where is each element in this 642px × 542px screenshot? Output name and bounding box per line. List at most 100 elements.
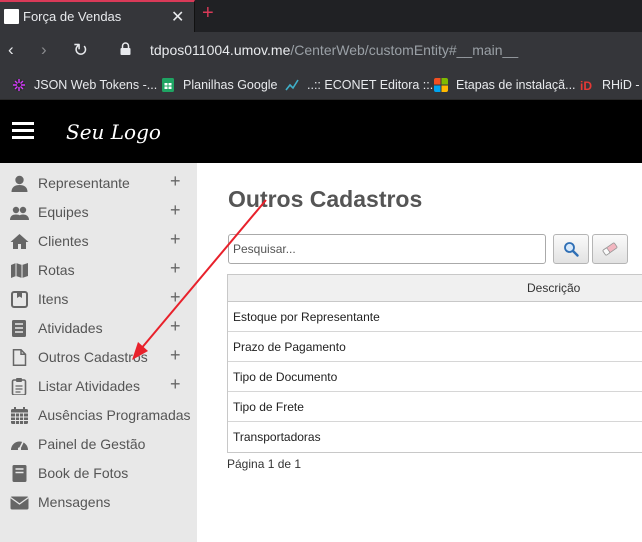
home-icon: [10, 234, 29, 249]
bookmark-label: RHiD -: [602, 78, 640, 92]
table-header[interactable]: Descrição: [228, 275, 642, 302]
bookmark-planilhas[interactable]: Planilhas Google: [161, 76, 278, 94]
table-cell: Tipo de Documento: [233, 370, 338, 384]
column-header-descricao[interactable]: Descrição: [527, 281, 580, 295]
sidebar-item-atividades[interactable]: Atividades +: [0, 314, 197, 343]
expand-plus-icon[interactable]: +: [170, 201, 181, 219]
reload-icon[interactable]: ↻: [73, 40, 88, 60]
sidebar-item-label: Mensagens: [38, 494, 111, 510]
sidebar-item-label: Equipes: [38, 204, 89, 220]
table-cell: Tipo de Frete: [233, 400, 304, 414]
box-icon: [11, 291, 28, 308]
new-tab-button[interactable]: +: [202, 3, 214, 23]
sidebar-item-label: Clientes: [38, 233, 89, 249]
sidebar-item-rotas[interactable]: Rotas +: [0, 256, 197, 285]
magnifier-icon: [564, 242, 579, 257]
url-host: tdpos011004.umov.me: [150, 42, 291, 58]
sidebar-item-label: Atividades: [38, 320, 103, 336]
bookmark-label: Planilhas Google: [183, 78, 278, 92]
expand-plus-icon[interactable]: +: [170, 317, 181, 335]
browser-tab-bar: Força de Vendas ✕ +: [0, 0, 642, 32]
table-row[interactable]: Prazo de Pagamento: [228, 332, 642, 362]
envelope-icon: [10, 496, 29, 510]
sidebar-item-painel-de-gestao[interactable]: Painel de Gestão: [0, 430, 197, 459]
tab-favicon-icon: [4, 9, 19, 24]
bookmark-label: JSON Web Tokens -...: [34, 78, 158, 92]
expand-plus-icon[interactable]: +: [170, 172, 181, 190]
sidebar-item-label: Book de Fotos: [38, 465, 129, 481]
tab-close-icon[interactable]: ✕: [171, 7, 184, 27]
table-row[interactable]: Transportadoras: [228, 422, 642, 452]
address-bar: ‹ › ↻ tdpos011004.umov.me/CenterWeb/cust…: [0, 32, 642, 68]
table-row[interactable]: Estoque por Representante: [228, 302, 642, 332]
table-row[interactable]: Tipo de Documento: [228, 362, 642, 392]
sidebar-item-clientes[interactable]: Clientes +: [0, 227, 197, 256]
bookmark-rhid[interactable]: iD RHiD -: [580, 76, 640, 94]
sidebar-item-ausencias-programadas[interactable]: Ausências Programadas: [0, 401, 197, 430]
bookmark-jwt[interactable]: JSON Web Tokens -...: [12, 76, 157, 94]
bookmark-label: ..:: ECONET Editora ::..: [307, 78, 437, 92]
page-title: Outros Cadastros: [228, 186, 423, 212]
sidebar-item-listar-atividades[interactable]: Listar Atividades +: [0, 372, 197, 401]
forward-arrow-icon[interactable]: ›: [41, 40, 47, 60]
microsoft-icon: [434, 78, 448, 92]
sidebar-item-label: Painel de Gestão: [38, 436, 146, 452]
sidebar-item-book-de-fotos[interactable]: Book de Fotos: [0, 459, 197, 488]
hamburger-menu-icon[interactable]: [12, 122, 34, 140]
econet-icon: [285, 79, 299, 91]
jwt-icon: [13, 79, 25, 91]
app-header: Seu Logo: [0, 100, 642, 163]
calendar-icon: [11, 407, 28, 424]
sidebar-item-label: Outros Cadastros: [38, 349, 148, 365]
sidebar: Representante + Equipes + Clientes + Rot…: [0, 163, 197, 542]
expand-plus-icon[interactable]: +: [170, 346, 181, 364]
sidebar-item-outros-cadastros[interactable]: Outros Cadastros +: [0, 343, 197, 372]
sidebar-item-mensagens[interactable]: Mensagens: [0, 488, 197, 517]
search-input[interactable]: [228, 234, 546, 264]
sidebar-item-label: Ausências Programadas: [38, 407, 191, 423]
bookmark-etapas[interactable]: Etapas de instalaçã...: [434, 76, 576, 94]
url-field[interactable]: tdpos011004.umov.me/CenterWeb/customEnti…: [150, 42, 518, 58]
records-table: Descrição Estoque por Representante Praz…: [227, 274, 642, 453]
user-icon: [11, 175, 28, 192]
expand-plus-icon[interactable]: +: [170, 375, 181, 393]
users-icon: [10, 206, 29, 220]
lock-icon[interactable]: [120, 42, 131, 55]
pagination-label: Página 1 de 1: [227, 457, 302, 471]
tab-title: Força de Vendas: [23, 9, 122, 24]
bookmark-econet[interactable]: ..:: ECONET Editora ::..: [285, 76, 437, 94]
book-icon: [12, 465, 27, 482]
map-icon: [11, 263, 28, 278]
sheets-icon: [162, 78, 174, 92]
clear-button[interactable]: [592, 234, 628, 264]
bookmarks-bar: JSON Web Tokens -... Planilhas Google ..…: [0, 68, 642, 100]
search-button[interactable]: [553, 234, 589, 264]
svg-text:iD: iD: [580, 79, 592, 92]
clipboard-icon: [11, 378, 27, 395]
sidebar-item-label: Rotas: [38, 262, 75, 278]
table-cell: Prazo de Pagamento: [233, 340, 346, 354]
expand-plus-icon[interactable]: +: [170, 259, 181, 277]
browser-tab[interactable]: Força de Vendas ✕: [0, 0, 195, 32]
dashboard-icon: [11, 441, 28, 451]
sidebar-item-representante[interactable]: Representante +: [0, 169, 197, 198]
expand-plus-icon[interactable]: +: [170, 230, 181, 248]
sidebar-item-label: Itens: [38, 291, 69, 307]
url-path: /CenterWeb/customEntity#__main__: [290, 42, 519, 58]
table-cell: Estoque por Representante: [233, 310, 380, 324]
rhid-icon: iD: [580, 79, 592, 92]
expand-plus-icon[interactable]: +: [170, 288, 181, 306]
main-content: Outros Cadastros Descrição Estoque por R…: [197, 163, 642, 542]
table-row[interactable]: Tipo de Frete: [228, 392, 642, 422]
sidebar-item-itens[interactable]: Itens +: [0, 285, 197, 314]
back-arrow-icon[interactable]: ‹: [8, 40, 14, 60]
bookmark-label: Etapas de instalaçã...: [456, 78, 576, 92]
table-cell: Transportadoras: [233, 430, 321, 444]
file-icon: [12, 349, 27, 366]
eraser-icon: [602, 242, 618, 256]
sidebar-item-label: Listar Atividades: [38, 378, 140, 394]
list-icon: [12, 320, 26, 337]
sidebar-item-equipes[interactable]: Equipes +: [0, 198, 197, 227]
sidebar-item-label: Representante: [38, 175, 130, 191]
logo: Seu Logo: [66, 120, 161, 144]
